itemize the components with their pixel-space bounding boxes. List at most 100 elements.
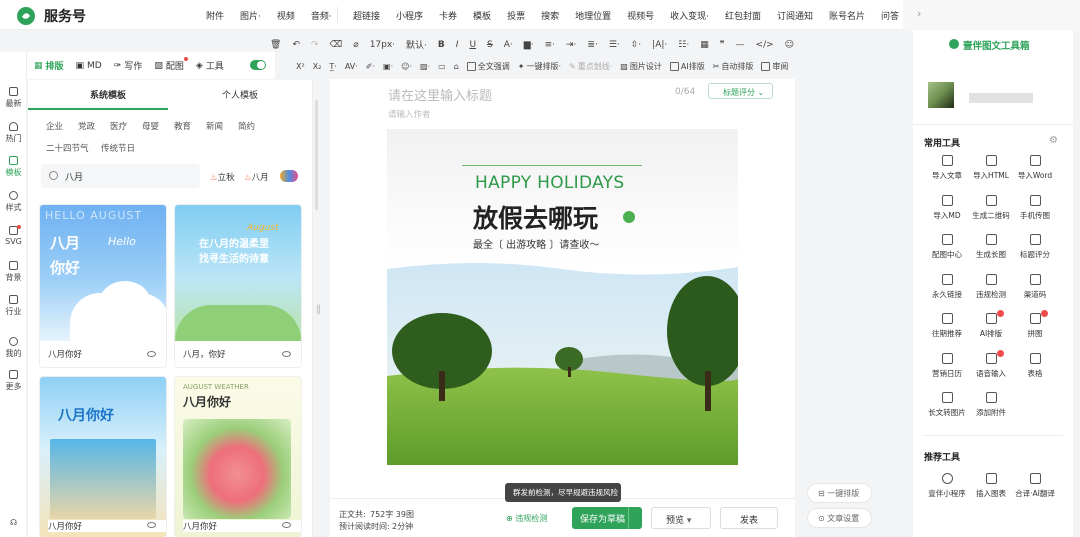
strikethrough-icon[interactable]: S [487, 40, 493, 50]
topnav-item[interactable]: 账号名片 [821, 9, 873, 22]
italic-icon[interactable]: I [456, 40, 459, 50]
category-chip[interactable]: 企业 [46, 120, 63, 132]
template-card[interactable]: August 在八月的温柔里 找寻生活的诗意 八月，你好 [175, 205, 301, 367]
topnav-item[interactable]: 问答 [873, 9, 907, 22]
tool-violation-check[interactable]: 违规检测 [969, 273, 1013, 300]
tool-title-score[interactable]: 标题评分 [1013, 234, 1057, 260]
topnav-item[interactable]: 红包封面 [717, 9, 769, 22]
av-icon[interactable]: AV· [345, 62, 358, 71]
redo-icon[interactable]: ↷ [311, 40, 319, 50]
publish-button[interactable]: 发表 [720, 507, 778, 529]
topnav-item[interactable]: 超链接 [345, 9, 388, 22]
topnav-item[interactable]: 视频号 [619, 9, 662, 22]
brand[interactable]: 服务号 [16, 6, 86, 26]
tab-personal-templates[interactable]: 个人模板 [222, 88, 258, 101]
one-click-layout-side-button[interactable]: ⊟ 一键排版 [807, 483, 872, 503]
rail-item-templates[interactable]: 模板 [0, 156, 27, 178]
category-chip[interactable]: 教育 [174, 120, 191, 132]
category-chip[interactable]: 简约 [238, 120, 255, 132]
tab-image[interactable]: ▨ 配图 [154, 57, 188, 72]
topnav-item[interactable]: 订阅通知 [769, 9, 821, 22]
tab-layout[interactable]: ▦ 排版 [34, 59, 64, 73]
category-chip[interactable]: 二十四节气 [46, 142, 89, 154]
tab-tools[interactable]: ◈ 工具 [196, 59, 224, 73]
subscript-icon[interactable]: X₂ [313, 62, 322, 71]
tool-mini-program[interactable]: 壹伴小程序 [925, 473, 969, 499]
rail-item-latest[interactable]: 最新 [0, 87, 27, 109]
rail-item-mine[interactable]: 我的 [0, 337, 27, 359]
tab-system-templates[interactable]: 系统模板 [90, 88, 126, 101]
chevron-right-icon[interactable]: › [917, 7, 921, 20]
magic-wand-icon[interactable]: ✐· [366, 62, 375, 71]
panel-resize-handle[interactable]: ‖ [316, 304, 321, 315]
topnav-item[interactable]: 搜索 [533, 9, 567, 22]
tab-md[interactable]: ▣ MD [76, 61, 102, 71]
tool-import-article[interactable]: 导入文章 [925, 155, 969, 181]
emphasis-button[interactable]: 全文强调 [466, 61, 510, 72]
topnav-item[interactable]: 附件 [198, 9, 232, 22]
category-chip[interactable]: 新闻 [206, 120, 223, 132]
hero-image[interactable]: HAPPY HOLIDAYS 放假去哪玩 最全〔 出游攻略 〕请查收～ [387, 129, 738, 465]
scrollbar[interactable] [315, 100, 318, 210]
font-color-icon[interactable]: A· [504, 40, 513, 50]
tool-ai-layout[interactable]: AI排版 [969, 310, 1013, 339]
picture-icon[interactable]: ▨· [420, 62, 430, 71]
paragraph-spacing-icon[interactable]: ⇳· [631, 40, 641, 50]
font-family-select[interactable]: 默认· [406, 38, 427, 51]
tool-qr-code[interactable]: 生成二维码 [969, 194, 1013, 221]
tab-write[interactable]: ✑ 写作 [114, 59, 143, 73]
tool-collage[interactable]: 拼图 [1013, 310, 1057, 339]
template-card[interactable]: HELLO AUGUST 八月 你好 Hello 八月你好 [40, 205, 166, 367]
auto-layout-button[interactable]: ✂ 自动排版 [713, 61, 754, 72]
quote-icon[interactable]: ❞ [720, 40, 725, 50]
letter-spacing-icon[interactable]: |A|· [652, 40, 667, 50]
code-icon[interactable]: </> [756, 40, 774, 50]
gear-icon[interactable]: ⚙ [1049, 135, 1058, 146]
indent-icon[interactable]: ⇥· [566, 40, 576, 50]
ai-layout-button[interactable]: AI排版 [669, 61, 705, 72]
topnav-item[interactable]: 卡券 [431, 9, 465, 22]
table-icon[interactable]: ▦ [700, 40, 709, 50]
align-center-icon[interactable]: ≣· [587, 40, 597, 50]
tool-table[interactable]: 表格 [1013, 352, 1057, 379]
tool-channel-code[interactable]: 渠道码 [1013, 273, 1057, 300]
title-input[interactable]: 请在这里输入标题 [388, 85, 492, 104]
rail-item-more[interactable]: 更多 [0, 370, 27, 392]
tool-phone-image[interactable]: 手机传图 [1013, 194, 1057, 221]
chevron-down-icon[interactable] [628, 507, 642, 529]
account-avatar[interactable] [928, 82, 954, 108]
topnav-item[interactable]: 地理位置 [567, 9, 619, 22]
title-score-button[interactable]: 标题评分 ⌄ [708, 83, 773, 99]
category-chip[interactable]: 传统节日 [101, 142, 135, 154]
line-spacing-icon[interactable]: ☰· [609, 40, 620, 50]
delete-icon[interactable]: 🗑 [270, 40, 281, 50]
tool-import-html[interactable]: 导入HTML [969, 155, 1013, 181]
image-design-button[interactable]: ▨ 图片设计 [620, 61, 662, 72]
topnav-item[interactable]: 小程序 [388, 9, 431, 22]
rail-item-background[interactable]: 背景 [0, 261, 27, 283]
eye-icon[interactable] [147, 351, 156, 357]
tool-ai-translate[interactable]: 合译·AI翻译 [1013, 473, 1057, 499]
bold-icon[interactable]: B [438, 40, 445, 50]
one-click-layout-button[interactable]: ✦ 一键排版· [518, 61, 561, 72]
hot-tag[interactable]: ♨立秋 [210, 171, 235, 183]
template-card[interactable]: 八月你好 [40, 377, 166, 537]
tool-voice-input[interactable]: 语音输入 [969, 349, 1013, 379]
highlight-line-button[interactable]: ✎ 重点划线· [569, 61, 612, 72]
tool-insert-chart[interactable]: 插入图表 [969, 473, 1013, 499]
format-painter-icon[interactable]: ⌫ [330, 40, 343, 50]
smiley-icon[interactable]: ☺· [401, 62, 412, 71]
eye-icon[interactable] [282, 351, 291, 357]
category-chip[interactable]: 医疗 [110, 120, 127, 132]
topnav-item[interactable]: 图片· [232, 9, 269, 22]
rect-icon[interactable]: ▭ [438, 62, 446, 71]
template-search-input[interactable]: 八月 [41, 164, 200, 188]
topnav-item[interactable]: 模板 [465, 9, 499, 22]
rail-item-styles[interactable]: 样式 [0, 191, 27, 213]
rail-item-hot[interactable]: 热门 [0, 122, 27, 144]
tool-long-image[interactable]: 生成长图 [969, 234, 1013, 260]
save-draft-button[interactable]: 保存为草稿 [572, 507, 642, 529]
topnav-item[interactable]: 视频 [269, 9, 303, 22]
tool-text-to-image[interactable]: 长文转图片 [925, 392, 969, 418]
editor-canvas[interactable]: 请在这里输入标题 0/64 标题评分 ⌄ 请输入作者 HAPPY HOLIDAY… [330, 79, 795, 537]
